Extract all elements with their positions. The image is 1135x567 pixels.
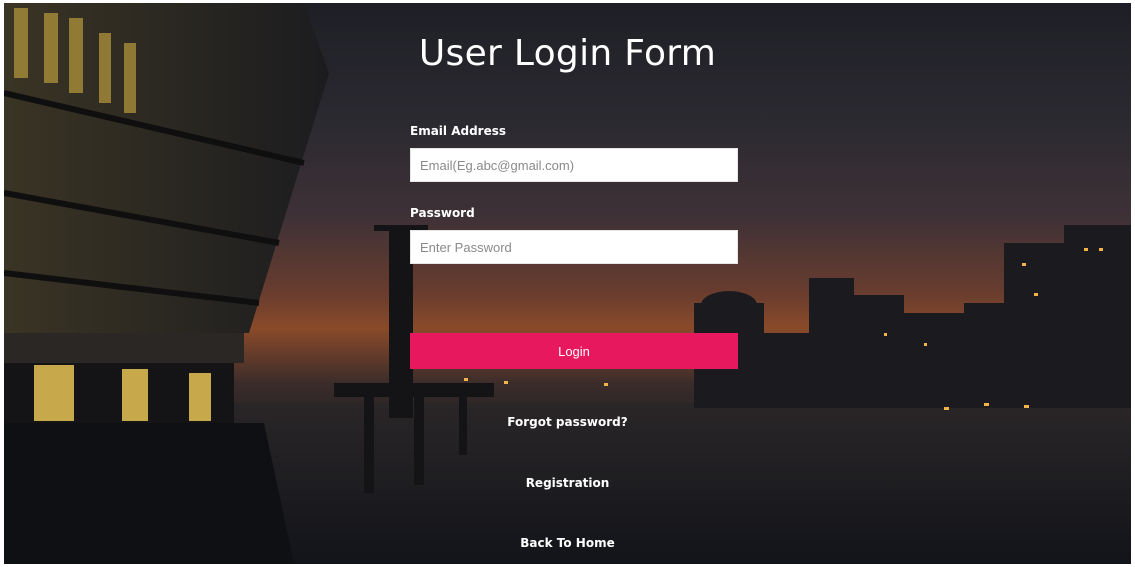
login-button[interactable]: Login (410, 333, 738, 369)
password-field[interactable] (410, 230, 738, 264)
registration-link[interactable]: Registration (4, 476, 1131, 490)
login-page: User Login Form Email Address Password L… (4, 3, 1131, 564)
email-field[interactable] (410, 148, 738, 182)
page-title: User Login Form (418, 33, 717, 74)
email-label: Email Address (410, 124, 507, 138)
forgot-password-link[interactable]: Forgot password? (4, 415, 1131, 429)
password-label: Password (410, 206, 475, 220)
back-to-home-link[interactable]: Back To Home (4, 536, 1131, 550)
